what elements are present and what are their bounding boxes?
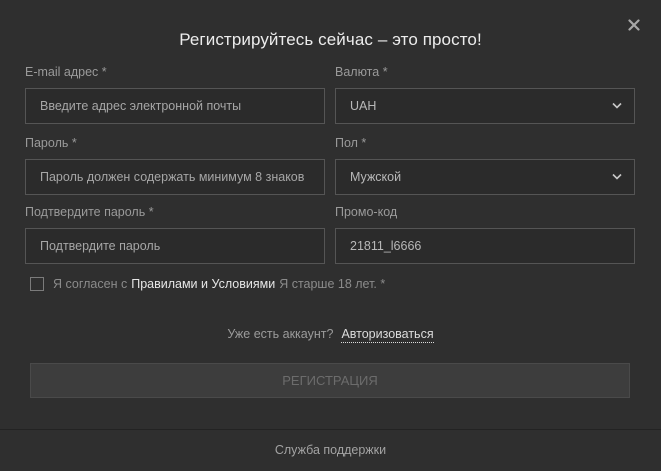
password-input[interactable]: Пароль должен содержать минимум 8 знаков	[25, 159, 325, 195]
agreement-checkbox[interactable]	[30, 277, 44, 291]
gender-label: Пол *	[335, 136, 367, 150]
terms-link[interactable]: Правилами и Условиями	[131, 277, 275, 291]
gender-select[interactable]: Мужской	[335, 159, 635, 195]
footer: Служба поддержки	[0, 429, 661, 471]
currency-field-group: Валюта * UAH	[335, 64, 635, 124]
gender-field-group: Пол * Мужской	[335, 135, 635, 195]
email-input[interactable]: Введите адрес электронной почты	[25, 88, 325, 124]
agreement-prefix: Я согласен с	[53, 277, 128, 291]
confirm-password-field-group: Подтвердите пароль * Подтвердите пароль	[25, 204, 325, 264]
login-row: Уже есть аккаунт? Авторизоваться	[0, 327, 661, 343]
confirm-password-input[interactable]: Подтвердите пароль	[25, 228, 325, 264]
promo-input[interactable]: 21811_l6666	[335, 228, 635, 264]
email-field-group: E-mail адрес * Введите адрес электронной…	[25, 64, 325, 124]
agreement-row: Я согласен с Правилами и Условиями Я ста…	[30, 276, 385, 292]
support-link[interactable]: Служба поддержки	[275, 443, 386, 457]
promo-field-group: Промо-код 21811_l6666	[335, 204, 635, 264]
currency-select[interactable]: UAH	[335, 88, 635, 124]
register-button[interactable]: РЕГИСТРАЦИЯ	[30, 363, 630, 398]
password-field-group: Пароль * Пароль должен содержать минимум…	[25, 135, 325, 195]
gender-value: Мужской	[350, 170, 402, 184]
registration-modal: Регистрируйтесь сейчас – это просто! E-m…	[0, 0, 661, 471]
login-link[interactable]: Авторизоваться	[341, 327, 434, 343]
currency-value: UAH	[350, 99, 377, 113]
login-question: Уже есть аккаунт?	[227, 327, 334, 341]
password-label: Пароль *	[25, 136, 77, 150]
currency-label: Валюта *	[335, 65, 388, 79]
confirm-password-label: Подтвердите пароль *	[25, 205, 154, 219]
modal-title: Регистрируйтесь сейчас – это просто!	[179, 30, 482, 49]
chevron-down-icon	[612, 102, 622, 110]
chevron-down-icon	[612, 173, 622, 181]
agreement-suffix: Я старше 18 лет. *	[279, 277, 386, 291]
email-label: E-mail адрес *	[25, 65, 107, 79]
promo-label: Промо-код	[335, 205, 398, 219]
